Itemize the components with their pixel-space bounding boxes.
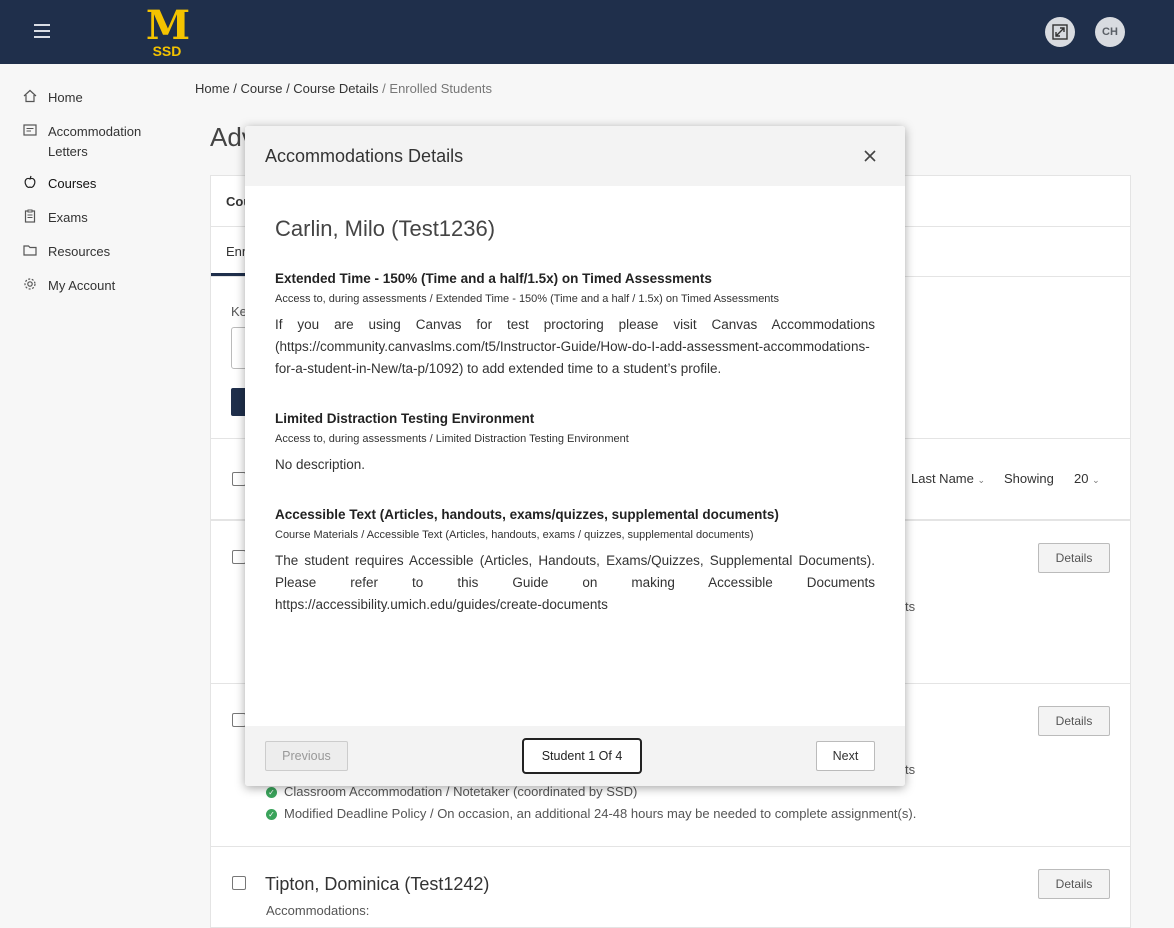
accommodation-path: Access to, during assessments / Extended…: [275, 293, 779, 305]
avatar[interactable]: CH: [1095, 17, 1125, 47]
accommodation-block: Limited Distraction Testing Environment …: [275, 411, 875, 476]
accommodation-path: Access to, during assessments / Limited …: [275, 433, 629, 445]
next-button[interactable]: Next: [816, 741, 875, 771]
student-counter-button[interactable]: Student 1 Of 4: [522, 738, 642, 774]
accommodation-title: Limited Distraction Testing Environment: [275, 411, 535, 426]
accommodation-description: If you are using Canvas for test proctor…: [275, 317, 875, 376]
logo[interactable]: M SSD: [142, 2, 192, 59]
expand-button[interactable]: [1045, 17, 1075, 47]
close-icon[interactable]: [860, 146, 880, 166]
accommodation-path: Course Materials / Accessible Text (Arti…: [275, 529, 754, 541]
top-header: M SSD CH: [0, 0, 1174, 64]
accommodation-block: Extended Time - 150% (Time and a half/1.…: [275, 271, 875, 380]
modal-footer: Previous Student 1 Of 4 Next: [245, 726, 905, 786]
accommodation-title: Accessible Text (Articles, handouts, exa…: [275, 507, 779, 522]
modal-header: Accommodations Details: [245, 126, 905, 186]
student-name: Carlin, Milo (Test1236): [275, 216, 496, 241]
accommodation-description: The student requires Accessible (Article…: [275, 553, 875, 612]
previous-button[interactable]: Previous: [265, 741, 348, 771]
accommodations-modal: Accommodations Details Carlin, Milo (Tes…: [245, 126, 905, 786]
menu-icon[interactable]: [34, 24, 50, 38]
accommodation-title: Extended Time - 150% (Time and a half/1.…: [275, 271, 712, 286]
modal-title: Accommodations Details: [265, 146, 464, 166]
logo-mark: M: [145, 2, 190, 49]
accommodation-description: No description.: [275, 457, 366, 472]
accommodation-block: Accessible Text (Articles, handouts, exa…: [275, 507, 875, 616]
expand-icon: [1052, 24, 1068, 40]
